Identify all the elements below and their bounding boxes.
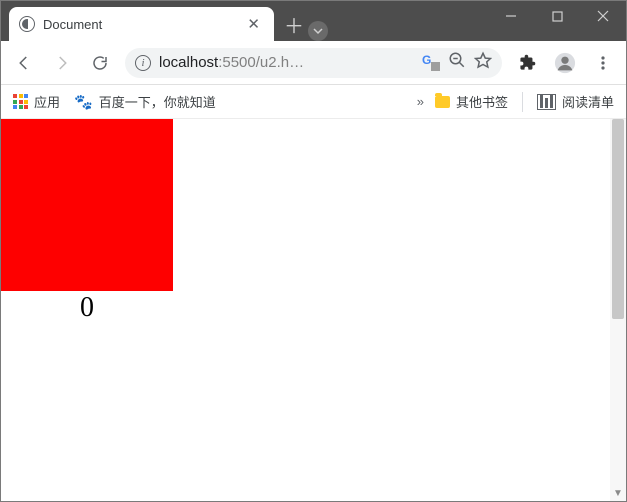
page-content: 0: [1, 119, 626, 324]
minimize-button[interactable]: [488, 1, 534, 31]
bookmarks-bar: 应用 🐾 百度一下，你就知道 » 其他书签 阅读清单: [1, 85, 626, 119]
profile-avatar[interactable]: [548, 46, 582, 80]
new-tab-button[interactable]: ＋: [280, 10, 308, 38]
apps-label: 应用: [34, 92, 60, 111]
vertical-scrollbar[interactable]: ▲ ▼: [610, 119, 626, 501]
close-tab-button[interactable]: ✕: [243, 15, 264, 33]
window-controls: [488, 1, 626, 31]
forward-button[interactable]: [45, 46, 79, 80]
browser-tab[interactable]: Document ✕: [9, 7, 274, 41]
baidu-label: 百度一下，你就知道: [99, 92, 216, 111]
window-close-button[interactable]: [580, 1, 626, 31]
baidu-bookmark[interactable]: 🐾 百度一下，你就知道: [74, 92, 216, 111]
extensions-button[interactable]: [510, 46, 544, 80]
apps-bookmark[interactable]: 应用: [13, 92, 60, 111]
bookmarks-overflow-button[interactable]: »: [417, 94, 421, 109]
window-titlebar: Document ✕ ＋: [1, 1, 626, 41]
reading-list[interactable]: 阅读清单: [537, 92, 614, 111]
reading-list-icon: [537, 94, 556, 110]
reload-button[interactable]: [83, 46, 117, 80]
zoom-out-icon[interactable]: [448, 51, 466, 74]
red-box: [1, 119, 173, 291]
divider: [522, 92, 523, 112]
site-info-icon[interactable]: i: [135, 55, 151, 71]
apps-grid-icon: [13, 94, 28, 109]
translate-icon[interactable]: [422, 55, 440, 71]
reading-list-label: 阅读清单: [562, 92, 614, 111]
globe-icon: [19, 16, 35, 32]
tab-title: Document: [43, 17, 243, 32]
scroll-down-arrow[interactable]: ▼: [610, 485, 626, 501]
browser-toolbar: i localhost:5500/u2.h…: [1, 41, 626, 85]
counter-value: 0: [1, 291, 173, 324]
scrollbar-thumb[interactable]: [612, 119, 624, 319]
back-button[interactable]: [7, 46, 41, 80]
other-bookmarks[interactable]: 其他书签: [435, 92, 508, 111]
paw-icon: 🐾: [74, 93, 93, 111]
maximize-button[interactable]: [534, 1, 580, 31]
bookmark-star-icon[interactable]: [474, 51, 492, 74]
url-text: localhost:5500/u2.h…: [159, 54, 414, 71]
menu-button[interactable]: [586, 46, 620, 80]
other-bookmarks-label: 其他书签: [456, 92, 508, 111]
tab-search-button[interactable]: [308, 21, 328, 41]
folder-icon: [435, 96, 450, 108]
address-bar[interactable]: i localhost:5500/u2.h…: [125, 48, 502, 78]
page-viewport: 0 ▲ ▼: [1, 119, 626, 501]
